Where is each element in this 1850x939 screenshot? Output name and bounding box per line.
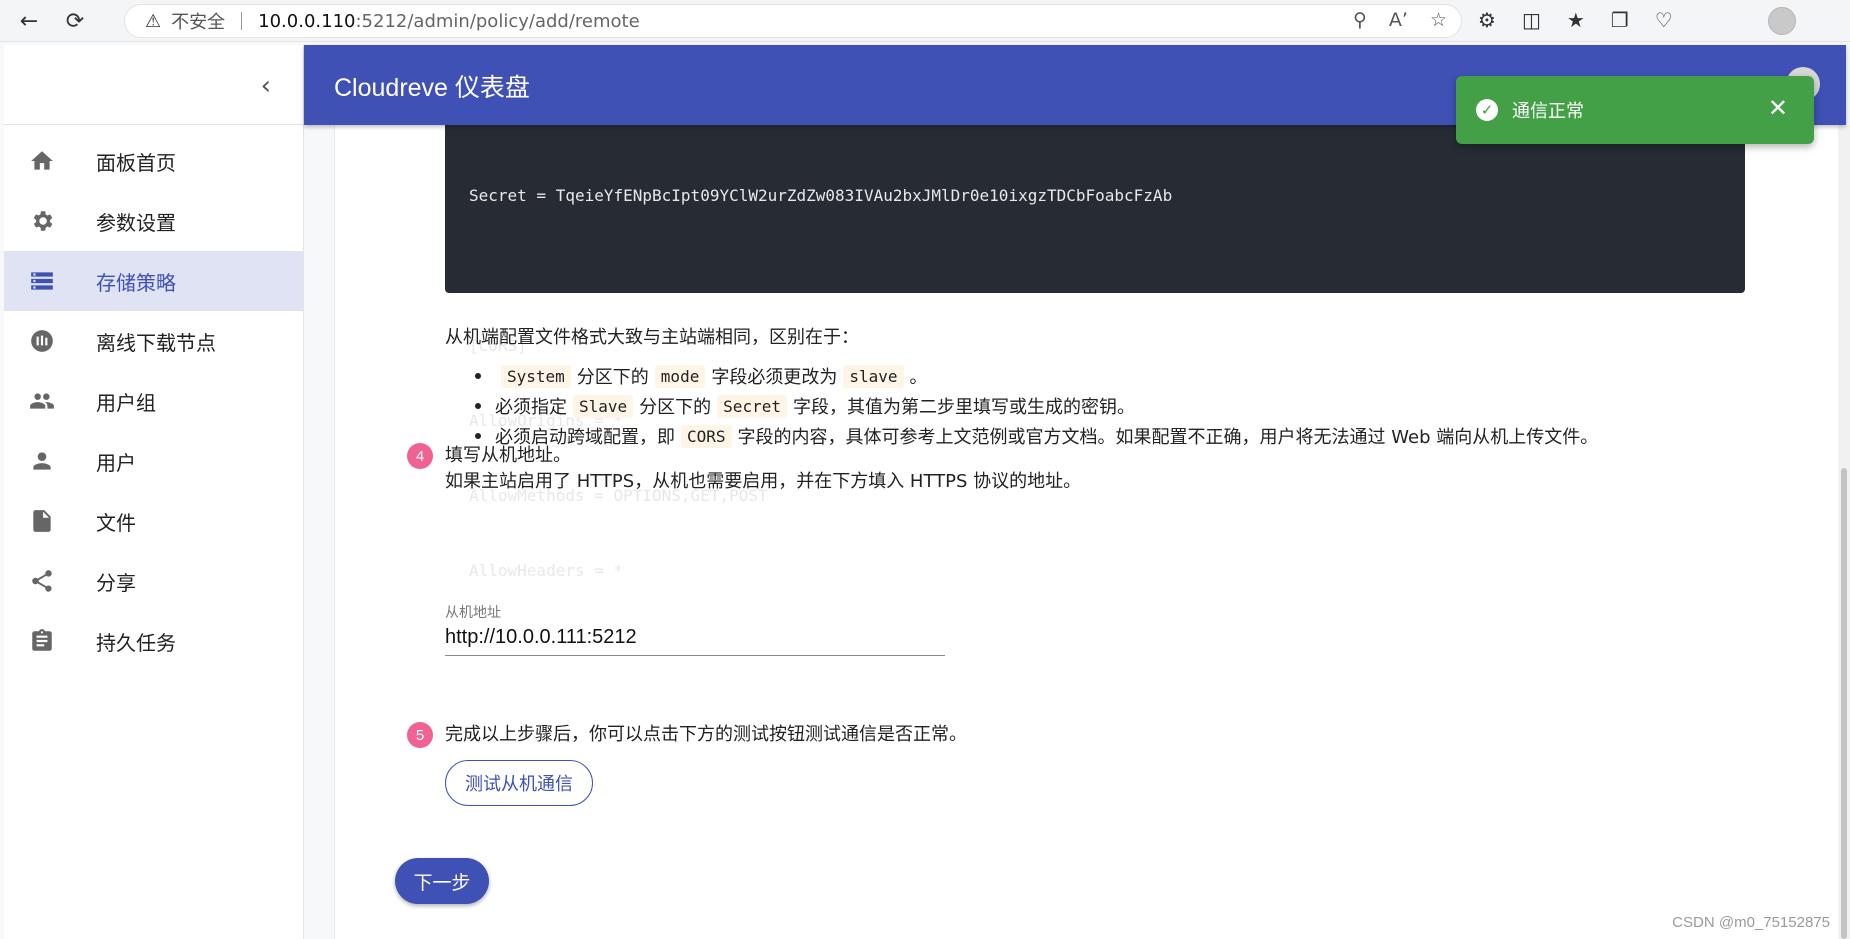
address-bar[interactable]: ⚠ 不安全 10.0.0.110 :5212/admin/policy/add/… <box>124 4 1462 38</box>
sidebar-item-label: 离线下载节点 <box>96 330 216 355</box>
url-path: :5212/admin/policy/add/remote <box>355 10 640 32</box>
sidebar-item-tasks[interactable]: 持久任务 <box>4 611 303 671</box>
inline-code: Slave <box>573 394 634 418</box>
step-number-badge: 4 <box>407 443 433 469</box>
warning-icon: ⚠ <box>145 10 162 32</box>
group-icon <box>28 387 56 415</box>
sidebar-item-dashboard[interactable]: 面板首页 <box>4 131 303 191</box>
sidebar-item-storage-policy[interactable]: 存储策略 <box>4 251 303 311</box>
back-icon[interactable]: ← <box>14 6 44 36</box>
collections-icon[interactable]: ❐ <box>1611 8 1629 32</box>
sidebar-item-label: 用户 <box>96 450 136 475</box>
gear-icon <box>28 207 56 235</box>
test-slave-connection-button[interactable]: 测试从机通信 <box>445 760 593 806</box>
file-icon <box>28 507 56 535</box>
browser-toolbar: ← ⟳ ⚠ 不安全 10.0.0.110 :5212/admin/policy/… <box>0 0 1850 42</box>
sidebar-item-users[interactable]: 用户 <box>4 431 303 491</box>
sidebar-item-user-groups[interactable]: 用户组 <box>4 371 303 431</box>
sidebar-item-label: 用户组 <box>96 390 156 415</box>
scrollbar-thumb[interactable] <box>1841 468 1847 939</box>
reload-icon[interactable]: ⟳ <box>60 6 90 36</box>
download-node-icon <box>28 327 56 355</box>
slave-address-label: 从机地址 <box>445 605 501 621</box>
sidebar: ‹ 面板首页 参数设置 存储策略 离线下载节点 用户组 用户 文件 分享 持久任… <box>4 45 304 939</box>
sidebar-item-label: 持久任务 <box>96 630 176 655</box>
code-line: Secret = TqeieYfENpBcIpt09YClW2urZdZw083… <box>469 186 1173 205</box>
inline-code: mode <box>654 364 706 388</box>
list-item: System 分区下的 mode 字段必须更改为 slave 。 <box>475 361 1598 391</box>
list-text: 。 <box>909 367 928 388</box>
inline-code: System <box>501 364 571 388</box>
sidebar-item-settings[interactable]: 参数设置 <box>4 191 303 251</box>
sidebar-menu: 面板首页 参数设置 存储策略 离线下载节点 用户组 用户 文件 分享 持久任务 <box>4 125 303 671</box>
insecure-label: 不安全 <box>171 12 226 33</box>
sidebar-item-label: 分享 <box>96 570 136 595</box>
sidebar-item-download-nodes[interactable]: 离线下载节点 <box>4 311 303 371</box>
step-hint: 如果主站启用了 HTTPS，从机也需要启用，并在下方填入 HTTPS 协议的地址… <box>445 471 1082 492</box>
check-circle-icon: ✓ <box>1476 99 1498 121</box>
step-4: 4 填写从机地址。 如果主站启用了 HTTPS，从机也需要启用，并在下方填入 H… <box>407 443 1081 495</box>
success-toast: ✓ 通信正常 ✕ <box>1456 76 1814 144</box>
main-content: Secret = TqeieYfENpBcIpt09YClW2urZdZw083… <box>334 125 1838 939</box>
slave-address-input[interactable] <box>445 620 945 656</box>
list-text: 字段必须更改为 <box>711 367 838 388</box>
toast-message: 通信正常 <box>1512 101 1584 122</box>
config-code-block: Secret = TqeieYfENpBcIpt09YClW2urZdZw083… <box>445 125 1745 580</box>
app-title: Cloudreve 仪表盘 <box>334 74 530 102</box>
home-icon <box>28 147 56 175</box>
sidebar-item-label: 文件 <box>96 510 136 535</box>
extensions-icon[interactable]: ⚙ <box>1478 8 1496 32</box>
list-text: 字段，其值为第二步里填写或生成的密钥。 <box>792 397 1135 418</box>
step-number-badge: 5 <box>407 722 433 748</box>
sidebar-item-label: 面板首页 <box>96 150 176 175</box>
profile-avatar[interactable] <box>1768 7 1796 35</box>
person-icon <box>28 447 56 475</box>
url-host: 10.0.0.110 <box>258 10 356 32</box>
list-item: 必须指定 Slave 分区下的 Secret 字段，其值为第二步里填写或生成的密… <box>475 391 1598 421</box>
step-title: 填写从机地址。 <box>445 445 571 466</box>
chevron-left-icon[interactable]: ‹ <box>261 71 271 101</box>
key-icon[interactable]: ⚲ <box>1353 9 1367 31</box>
storage-icon <box>28 267 56 295</box>
code-line: AllowHeaders = * <box>469 561 624 580</box>
inline-code: Secret <box>717 394 787 418</box>
watermark: CSDN @m0_75152875 <box>1672 914 1830 931</box>
read-aloud-icon[interactable]: A’ <box>1389 9 1408 31</box>
health-icon[interactable]: ♡ <box>1655 8 1673 32</box>
list-text: 必须指定 <box>495 397 567 418</box>
split-screen-icon[interactable]: ◫ <box>1522 8 1541 32</box>
star-icon[interactable]: ☆ <box>1430 9 1447 31</box>
difference-list: System 分区下的 mode 字段必须更改为 slave 。 必须指定 Sl… <box>475 361 1598 451</box>
task-icon <box>28 627 56 655</box>
list-text: 分区下的 <box>576 367 649 388</box>
sidebar-item-files[interactable]: 文件 <box>4 491 303 551</box>
sidebar-header: ‹ <box>4 45 303 125</box>
sidebar-item-label: 参数设置 <box>96 210 176 235</box>
favorites-icon[interactable]: ★ <box>1567 8 1585 32</box>
sidebar-item-label: 存储策略 <box>96 270 176 295</box>
next-step-button[interactable]: 下一步 <box>395 858 489 904</box>
inline-code: slave <box>843 364 904 388</box>
step-5: 5 完成以上步骤后，你可以点击下方的测试按钮测试通信是否正常。 <box>407 722 967 748</box>
list-text: 分区下的 <box>639 397 712 418</box>
close-icon[interactable]: ✕ <box>1768 94 1788 122</box>
step-title: 完成以上步骤后，你可以点击下方的测试按钮测试通信是否正常。 <box>445 724 967 745</box>
sidebar-item-shares[interactable]: 分享 <box>4 551 303 611</box>
share-icon <box>28 567 56 595</box>
config-description: 从机端配置文件格式大致与主站端相同，区别在于： <box>445 327 859 348</box>
